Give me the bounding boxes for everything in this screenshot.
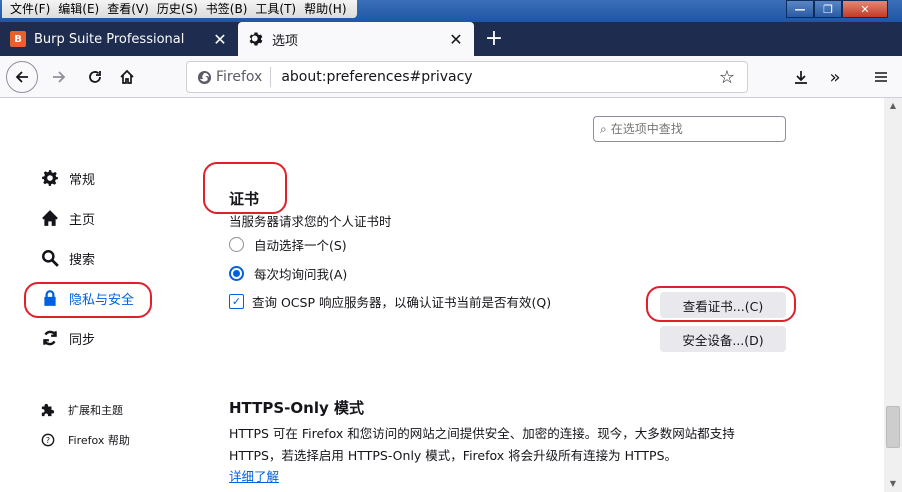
sidebar-item-label: 搜索 <box>69 252 96 268</box>
sidebar-item-general[interactable]: 常规 <box>40 166 95 190</box>
ocsp-checkbox-row[interactable]: ✓ 查询 OCSP 响应服务器，以确认证书当前是否有效(Q) <box>229 292 551 311</box>
annotation-circle-privacy <box>24 282 152 318</box>
home-icon <box>40 208 60 228</box>
hamburger-menu-icon[interactable] <box>866 62 896 92</box>
radio-button[interactable] <box>229 265 244 281</box>
bookmark-star-icon[interactable]: ☆ <box>715 67 739 88</box>
vertical-scrollbar[interactable]: ▲ ▼ <box>884 98 902 492</box>
sidebar-item-label: 扩展和主题 <box>68 404 123 417</box>
https-only-heading: HTTPS-Only 模式 <box>229 399 364 417</box>
back-arrow-icon <box>15 71 28 83</box>
menu-view[interactable]: 查看(V) <box>103 0 153 18</box>
radio-label: 自动选择一个(S) <box>254 237 347 253</box>
annotation-circle-view-certs <box>646 286 796 322</box>
tab-close-icon[interactable]: ✕ <box>212 30 228 49</box>
sidebar-item-label: 主页 <box>69 212 96 228</box>
radio-select-auto[interactable]: 自动选择一个(S) <box>229 234 347 254</box>
title-bar: 文件(F) 编辑(E) 查看(V) 历史(S) 书签(B) 工具(T) 帮助(H… <box>0 0 902 22</box>
reload-button[interactable] <box>80 62 110 92</box>
tab-title: 选项 <box>272 33 299 49</box>
menu-tools[interactable]: 工具(T) <box>251 0 300 18</box>
search-icon: ⌕ <box>600 121 607 136</box>
menu-help[interactable]: 帮助(H) <box>300 0 350 18</box>
radio-button[interactable] <box>229 236 244 252</box>
url-text[interactable]: about:preferences#privacy <box>281 69 715 85</box>
sidebar-item-sync[interactable]: 同步 <box>40 326 95 350</box>
new-tab-button[interactable]: + <box>482 26 506 51</box>
scroll-up-icon[interactable]: ▲ <box>884 98 902 114</box>
ocsp-label: 查询 OCSP 响应服务器，以确认证书当前是否有效(Q) <box>252 295 552 310</box>
radio-ask-every-time[interactable]: 每次均询问我(A) <box>229 263 347 283</box>
overflow-chevron-icon[interactable]: » <box>820 62 850 92</box>
tab-close-icon[interactable]: ✕ <box>448 30 464 49</box>
security-devices-button[interactable]: 安全设备...(D) <box>660 326 786 352</box>
identity-label: Firefox <box>216 69 263 85</box>
sidebar-item-label: 常规 <box>69 172 96 188</box>
download-icon <box>795 71 807 84</box>
menu-edit[interactable]: 编辑(E) <box>54 0 103 18</box>
sidebar-item-addons[interactable]: 扩展和主题 <box>40 398 123 422</box>
sidebar-item-search[interactable]: 搜索 <box>40 246 95 270</box>
search-input[interactable] <box>610 122 771 136</box>
tab-strip: B Burp Suite Professional ✕ 选项 ✕ + <box>0 22 902 56</box>
home-icon <box>120 69 134 84</box>
home-button[interactable] <box>112 62 142 92</box>
gear-favicon-icon <box>248 31 264 47</box>
close-window-button[interactable]: ✕ <box>842 0 888 18</box>
tab-burp-suite[interactable]: B Burp Suite Professional ✕ <box>0 22 238 56</box>
maximize-button[interactable]: ❐ <box>814 0 842 18</box>
help-icon: ? <box>40 430 56 450</box>
reload-icon <box>89 71 101 83</box>
checkbox[interactable]: ✓ <box>229 294 244 309</box>
sidebar-item-label: 同步 <box>69 332 96 348</box>
sync-icon <box>40 328 60 348</box>
svg-text:?: ? <box>46 436 50 445</box>
scroll-down-icon[interactable]: ▼ <box>884 476 902 492</box>
gear-icon <box>40 168 60 188</box>
scroll-thumb[interactable] <box>886 406 900 448</box>
tab-title: Burp Suite Professional <box>34 31 185 47</box>
https-only-description: HTTPS，若选择启用 HTTPS-Only 模式，Firefox 将会升级所有… <box>229 448 678 463</box>
back-button[interactable] <box>6 61 38 93</box>
forward-arrow-icon <box>53 71 66 83</box>
https-only-description: HTTPS 可在 Firefox 和您访问的网站之间提供安全、加密的连接。现今，… <box>229 426 735 441</box>
burp-favicon-icon: B <box>10 31 26 47</box>
sidebar-item-help[interactable]: ? Firefox 帮助 <box>40 428 130 452</box>
preferences-content: ⌕ 常规 主页 搜索 隐私与安全 同步 扩展和主题 <box>0 98 884 492</box>
minimize-button[interactable]: — <box>786 0 814 18</box>
firefox-logo-icon <box>197 70 212 84</box>
menu-bar: 文件(F) 编辑(E) 查看(V) 历史(S) 书签(B) 工具(T) 帮助(H… <box>2 0 357 18</box>
sidebar-item-home[interactable]: 主页 <box>40 206 95 230</box>
learn-more-link[interactable]: 详细了解 <box>229 466 279 485</box>
downloads-button[interactable] <box>786 62 816 92</box>
puzzle-icon <box>40 400 56 420</box>
annotation-circle-certificates <box>203 162 287 214</box>
nav-toolbar: Firefox about:preferences#privacy ☆ » <box>0 56 902 98</box>
menu-file[interactable]: 文件(F) <box>6 0 54 18</box>
radio-label: 每次均询问我(A) <box>254 266 348 282</box>
tab-preferences[interactable]: 选项 ✕ <box>238 22 474 56</box>
identity-box[interactable]: Firefox <box>187 67 272 87</box>
menu-bookmarks[interactable]: 书签(B) <box>202 0 252 18</box>
preferences-search[interactable]: ⌕ <box>593 116 786 142</box>
menu-history[interactable]: 历史(S) <box>153 0 202 18</box>
sidebar-item-label: Firefox 帮助 <box>68 434 130 447</box>
search-icon <box>40 248 60 268</box>
url-bar[interactable]: Firefox about:preferences#privacy ☆ <box>186 61 748 93</box>
window-controls: — ❐ ✕ <box>786 0 888 18</box>
forward-button[interactable] <box>44 62 74 92</box>
